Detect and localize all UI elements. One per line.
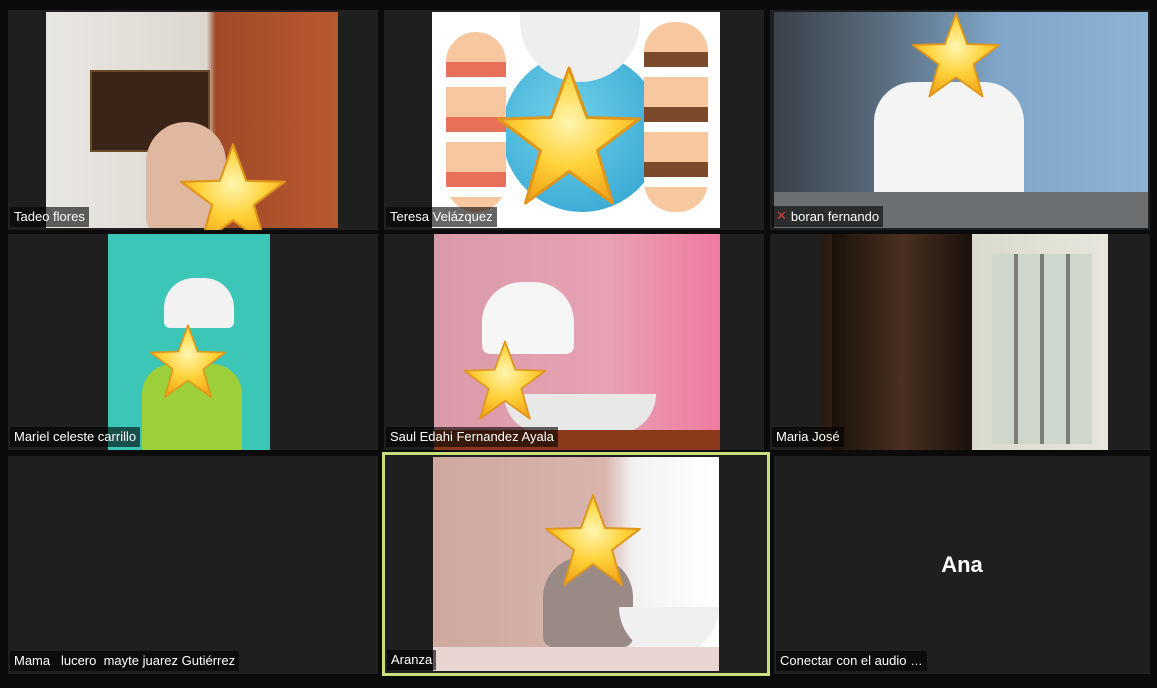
star-icon <box>148 322 228 402</box>
participant-name: Teresa Velázquez <box>390 209 493 224</box>
star-icon <box>543 491 643 591</box>
participant-tile-active-speaker[interactable]: Aranza <box>382 452 770 676</box>
participant-display-name: Ana <box>941 552 983 577</box>
participant-tile[interactable]: Teresa Velázquez <box>384 10 764 230</box>
microphone-muted-icon: ✕ <box>776 208 787 223</box>
participant-tile[interactable]: Mariel celeste carrillo <box>8 234 378 450</box>
participant-name: Saul Edahi Fernandez Ayala <box>390 429 554 444</box>
video-grid: Tadeo flores Teresa Velázquez ✕ boran fe… <box>0 0 1157 688</box>
participant-name: Mariel celeste carrillo <box>14 429 137 444</box>
participant-name: Aranza <box>391 652 433 667</box>
chef-hat <box>164 278 234 328</box>
curtain <box>832 234 972 450</box>
participant-name-label: ✕ boran fernando <box>772 206 884 227</box>
participant-name-label: Mama lucero mayte juarez Gutiérrez <box>10 651 240 671</box>
participant-name-label[interactable]: Conectar con el audio … <box>776 651 928 671</box>
more-options-icon[interactable]: … <box>910 654 923 668</box>
cartoon-kids <box>644 22 708 212</box>
participant-name-label: Aranza <box>387 650 437 670</box>
star-icon <box>178 140 288 230</box>
participant-tile[interactable]: ✕ boran fernando <box>770 10 1150 230</box>
star-icon <box>462 338 548 424</box>
participant-name: boran fernando <box>790 208 880 224</box>
participant-name-label: Maria José <box>772 427 844 447</box>
participant-name-label: Teresa Velázquez <box>386 207 497 227</box>
star-icon <box>494 62 644 212</box>
star-icon <box>910 10 1002 102</box>
participant-video <box>822 234 1108 450</box>
participant-tile[interactable]: Ana Conectar con el audio … <box>774 456 1150 674</box>
participant-name: Mama lucero mayte juarez Gutiérrez <box>14 653 236 668</box>
participant-tile[interactable]: Saul Edahi Fernandez Ayala <box>384 234 764 450</box>
participant-tile[interactable]: Mama lucero mayte juarez Gutiérrez <box>8 456 378 674</box>
window-frame <box>992 254 1092 444</box>
participant-name-label: Saul Edahi Fernandez Ayala <box>386 427 558 447</box>
participant-name: Tadeo flores <box>14 209 85 224</box>
participant-name-label: Tadeo flores <box>10 207 89 227</box>
participant-tile[interactable]: Maria José <box>770 234 1150 450</box>
participant-name-label: Mariel celeste carrillo <box>10 427 141 447</box>
participant-name: Maria José <box>776 429 840 444</box>
participant-tile[interactable]: Tadeo flores <box>8 10 378 230</box>
table-surface <box>433 647 719 671</box>
connect-audio-label: Conectar con el audio <box>780 653 907 668</box>
